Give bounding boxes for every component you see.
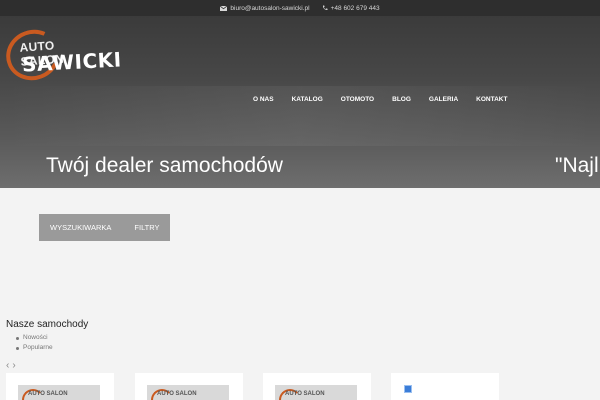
car-thumbnail[interactable]: AUTO SALON — [275, 385, 357, 400]
nav-item-galeria[interactable]: GALERIA — [429, 94, 458, 105]
nav-item-katalog[interactable]: KATALOG — [292, 94, 323, 105]
thumbnail-logo-text: AUTO SALON — [28, 391, 68, 397]
phone-icon — [322, 5, 328, 11]
filter-popularne[interactable]: Popularne — [16, 343, 53, 353]
chevron-right-icon[interactable]: › — [12, 360, 15, 371]
car-card[interactable]: AUTO SALON — [135, 373, 243, 400]
car-thumbnail[interactable]: AUTO SALON — [147, 385, 229, 400]
nav-item-otomoto[interactable]: OTOMOTO — [341, 94, 374, 105]
car-card[interactable]: AUTO SALON — [6, 373, 114, 400]
search-tabs: WYSZUKIWARKA FILTRY — [39, 214, 170, 241]
nav-item-o-nas[interactable]: O NAS — [253, 94, 274, 105]
hero-banner: AUTO SALON SAWICKI O NAS KATALOG OTOMOTO… — [0, 16, 600, 188]
email-text[interactable]: biuro@autosalon-sawicki.pl — [230, 5, 309, 12]
phone-contact[interactable]: +48 602 679 443 — [322, 5, 380, 12]
top-contact-bar: biuro@autosalon-sawicki.pl +48 602 679 4… — [0, 0, 600, 16]
main-navigation: O NAS KATALOG OTOMOTO BLOG GALERIA KONTA… — [248, 94, 507, 105]
tab-filtry[interactable]: FILTRY — [111, 223, 159, 232]
car-card[interactable]: AUTO SALON — [263, 373, 371, 400]
phone-text[interactable]: +48 602 679 443 — [331, 5, 380, 12]
thumbnail-logo-text: AUTO SALON — [157, 391, 197, 397]
hero-headline-secondary: "Najl — [555, 154, 599, 177]
tab-wyszukiwarka[interactable]: WYSZUKIWARKA — [39, 223, 111, 232]
nav-item-blog[interactable]: BLOG — [392, 94, 411, 105]
envelope-icon — [220, 5, 228, 11]
carousel-arrows: ‹ › — [6, 360, 16, 371]
site-logo[interactable]: AUTO SALON SAWICKI — [0, 22, 122, 88]
thumbnail-logo-text: AUTO SALON — [285, 391, 325, 397]
logo-line-2: SAWICKI — [21, 47, 123, 77]
filter-nowosci[interactable]: Nowości — [16, 333, 53, 343]
car-filter-list: Nowości Popularne — [16, 333, 53, 353]
section-title: Nasze samochody — [6, 319, 89, 330]
hero-headline: Twój dealer samochodów — [46, 154, 283, 177]
chevron-left-icon[interactable]: ‹ — [6, 360, 9, 371]
email-contact[interactable]: biuro@autosalon-sawicki.pl — [220, 5, 310, 12]
broken-image-icon — [404, 385, 412, 393]
nav-item-kontakt[interactable]: KONTAKT — [476, 94, 507, 105]
car-card[interactable] — [391, 373, 499, 400]
car-thumbnail[interactable]: AUTO SALON — [18, 385, 100, 400]
